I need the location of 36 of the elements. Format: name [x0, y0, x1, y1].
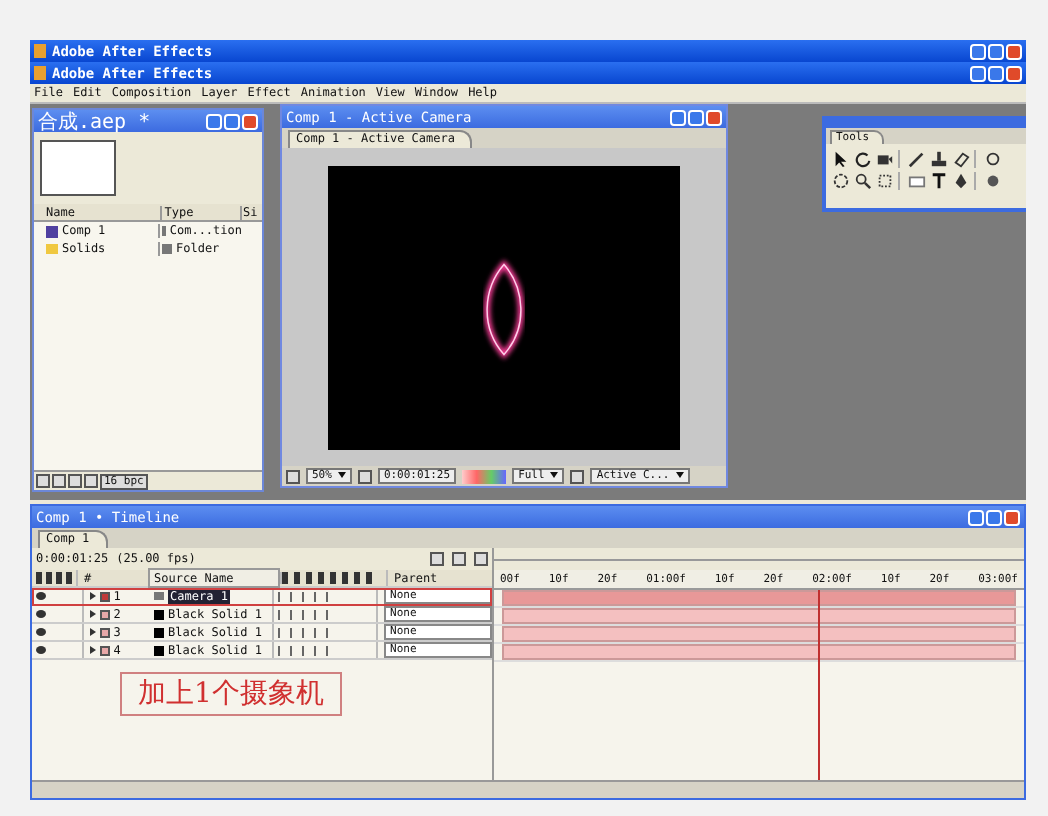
dropdown-arrow-icon — [550, 471, 559, 478]
label-color-swatch[interactable] — [99, 609, 110, 619]
maximize-button[interactable] — [224, 113, 240, 129]
close-button[interactable] — [1004, 509, 1020, 525]
composition-icon — [46, 225, 58, 237]
brush-tool-icon[interactable] — [908, 150, 926, 168]
dropdown-arrow-icon — [337, 471, 346, 478]
playhead-line[interactable] — [817, 590, 820, 780]
minimize-button[interactable] — [206, 113, 222, 129]
mask-tool-icon[interactable] — [908, 172, 926, 190]
stamp-tool-icon[interactable] — [930, 150, 948, 168]
label-color-swatch[interactable] — [99, 627, 110, 637]
panel-title: 合成.aep * — [38, 109, 151, 135]
color-channels-icon[interactable] — [462, 469, 507, 483]
switches-header-icon — [280, 572, 378, 584]
close-button[interactable] — [706, 109, 722, 125]
thumbnail-preview — [40, 140, 116, 196]
selection-tool-icon[interactable] — [832, 150, 850, 168]
pen-tool-icon[interactable] — [952, 172, 970, 190]
close-button[interactable] — [242, 113, 258, 129]
dropdown-arrow-icon — [675, 471, 684, 478]
zoom-tool-icon[interactable] — [854, 172, 872, 190]
label-color-swatch[interactable] — [99, 645, 110, 655]
folder-icon — [46, 244, 58, 254]
minimize-button[interactable] — [968, 509, 984, 525]
maximize-button[interactable] — [986, 509, 1002, 525]
av-features-header-icon — [36, 572, 76, 584]
label-swatch — [162, 244, 172, 254]
annotation-callout: 加上1个摄象机 — [120, 672, 342, 716]
eraser-tool-icon[interactable] — [952, 150, 970, 168]
camera-tool-icon[interactable] — [876, 150, 894, 168]
maximize-button[interactable] — [688, 109, 704, 125]
rotate-tool-icon[interactable] — [854, 150, 872, 168]
minimize-button[interactable] — [670, 109, 686, 125]
type-tool-icon[interactable] — [930, 172, 948, 190]
label-color-swatch[interactable] — [99, 591, 110, 601]
